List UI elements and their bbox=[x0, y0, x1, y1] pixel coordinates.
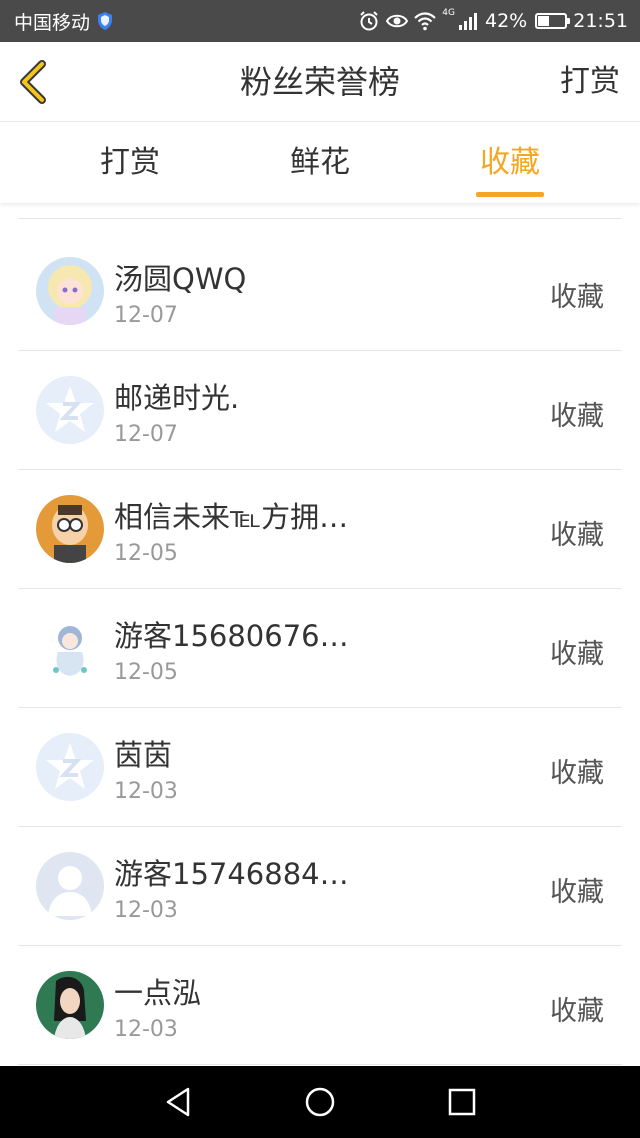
back-triangle-icon[interactable] bbox=[160, 1084, 196, 1120]
list-item[interactable]: 相信未来℡方拥… 12-05 收藏 bbox=[18, 470, 622, 589]
list-item[interactable]: 汤圆QWQ 12-07 收藏 bbox=[18, 232, 622, 351]
cartoon-avatar bbox=[36, 495, 104, 563]
recents-square-icon[interactable] bbox=[444, 1084, 480, 1120]
home-circle-icon[interactable] bbox=[302, 1084, 338, 1120]
list-item[interactable]: 一点泓 12-03 收藏 bbox=[18, 946, 622, 1065]
alarm-icon bbox=[360, 11, 379, 31]
item-date: 12-05 bbox=[114, 541, 178, 566]
clock: 21:51 bbox=[573, 10, 628, 32]
list-item[interactable]: 邮递时光. 12-07 收藏 bbox=[18, 351, 622, 470]
item-name: 一点泓 bbox=[114, 976, 202, 1010]
network-type: 4G bbox=[442, 8, 455, 18]
default-star-avatar bbox=[36, 376, 104, 444]
item-date: 12-05 bbox=[114, 660, 178, 685]
shield-icon bbox=[98, 12, 113, 30]
app-header: 粉丝荣誉榜 打赏 bbox=[0, 42, 640, 122]
default-person-avatar bbox=[36, 852, 104, 920]
item-action: 收藏 bbox=[550, 520, 604, 551]
item-name: 游客15680676… bbox=[114, 619, 349, 653]
item-action: 收藏 bbox=[550, 996, 604, 1027]
signal-icon bbox=[459, 13, 477, 30]
tab-reward[interactable]: 打赏 bbox=[60, 123, 200, 203]
item-name: 相信未来℡方拥… bbox=[114, 500, 349, 534]
tab-label: 打赏 bbox=[100, 145, 160, 180]
system-nav-bar bbox=[0, 1066, 640, 1138]
item-action: 收藏 bbox=[550, 639, 604, 670]
active-tab-indicator bbox=[476, 192, 544, 197]
tab-label: 鲜花 bbox=[290, 145, 350, 180]
reward-button[interactable]: 打赏 bbox=[560, 42, 620, 122]
tab-bar: 打赏 鲜花 收藏 bbox=[0, 123, 640, 203]
item-action: 收藏 bbox=[550, 282, 604, 313]
battery-percent: 42% bbox=[485, 10, 528, 32]
anime-girl-avatar bbox=[36, 257, 104, 325]
item-date: 12-03 bbox=[114, 898, 178, 923]
tab-favorites[interactable]: 收藏 bbox=[440, 123, 580, 203]
item-name: 游客15746884… bbox=[114, 857, 349, 891]
item-name: 汤圆QWQ bbox=[114, 262, 247, 296]
item-name: 茵茵 bbox=[114, 738, 173, 772]
back-chevron-icon[interactable] bbox=[12, 58, 56, 106]
item-date: 12-07 bbox=[114, 303, 178, 328]
carrier-name: 中国移动 bbox=[14, 11, 91, 34]
item-date: 12-03 bbox=[114, 779, 178, 804]
eye-icon bbox=[386, 14, 409, 28]
status-bar: 中国移动 4G 42% 21:51 bbox=[0, 0, 640, 42]
page-title: 粉丝荣誉榜 bbox=[239, 63, 400, 101]
list-item[interactable]: 游客15746884… 12-03 收藏 bbox=[18, 827, 622, 946]
item-action: 收藏 bbox=[550, 758, 604, 789]
default-star-avatar bbox=[36, 733, 104, 801]
portrait-avatar bbox=[36, 971, 104, 1039]
tab-flowers[interactable]: 鲜花 bbox=[250, 123, 390, 203]
fan-list[interactable]: 12-07 汤圆QWQ 12-07 收藏 邮递时光. 12-07 bbox=[0, 112, 640, 1068]
item-date: 12-03 bbox=[114, 1017, 178, 1042]
wifi-icon bbox=[414, 12, 437, 31]
item-action: 收藏 bbox=[550, 877, 604, 908]
battery-icon bbox=[535, 13, 571, 29]
list-item[interactable]: 茵茵 12-03 收藏 bbox=[18, 708, 622, 827]
item-date: 12-07 bbox=[114, 422, 178, 447]
item-name: 邮递时光. bbox=[114, 381, 240, 415]
tab-label: 收藏 bbox=[480, 145, 540, 180]
list-item[interactable]: 游客15680676… 12-05 收藏 bbox=[18, 589, 622, 708]
anime-figure-avatar bbox=[36, 614, 104, 682]
item-action: 收藏 bbox=[550, 401, 604, 432]
